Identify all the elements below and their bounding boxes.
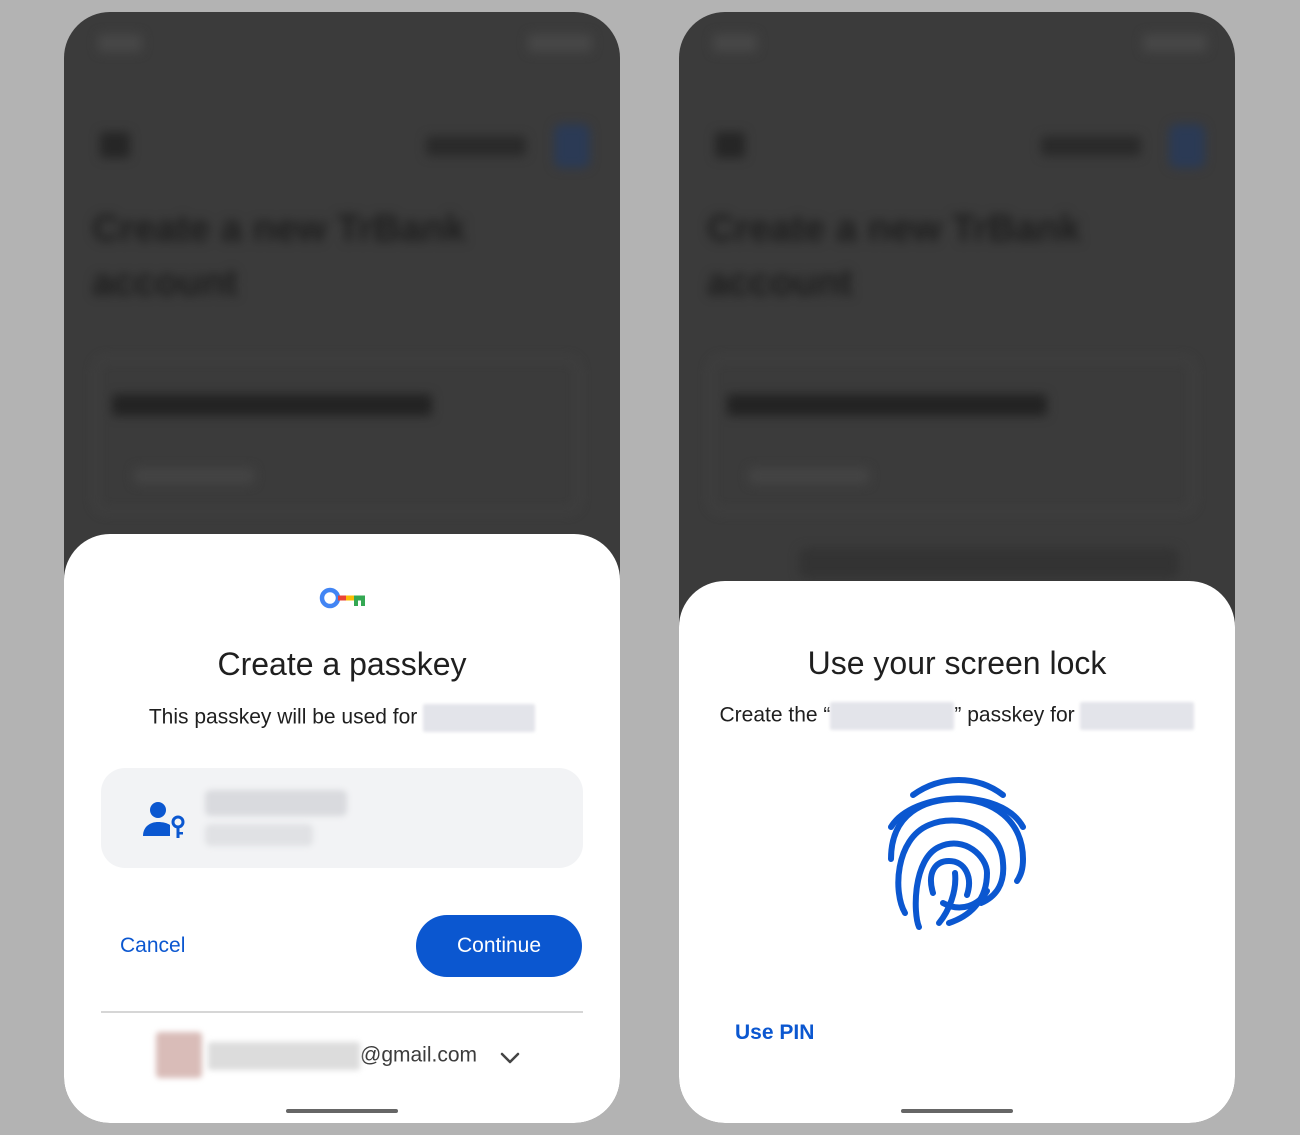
background-card-title [112, 394, 432, 416]
chevron-down-icon[interactable] [500, 1051, 520, 1065]
home-indicator[interactable] [901, 1109, 1013, 1113]
divider [101, 1011, 583, 1013]
sheet-subtitle: Create the “ ” passkey for [679, 702, 1235, 730]
redacted-passkey-name [830, 702, 955, 730]
language-selector [1041, 136, 1141, 156]
menu-icon [715, 132, 745, 158]
email-domain: @gmail.com [360, 1043, 478, 1067]
create-passkey-sheet: Create a passkey This passkey will be us… [64, 534, 620, 1123]
phone-screen-left: Create a new TrBank account Create a pas… [64, 12, 620, 1123]
phone-screen-right: Create a new TrBank account Use your scr… [679, 12, 1235, 1123]
avatar [1169, 124, 1205, 168]
redacted-domain [423, 704, 536, 732]
redacted-domain [1080, 702, 1195, 730]
avatar [554, 124, 590, 168]
background-heading: Create a new TrBank account [92, 208, 466, 304]
background-card-title [727, 394, 1047, 416]
home-indicator[interactable] [286, 1109, 398, 1113]
background-card-subtitle [749, 468, 869, 484]
status-bar-icons [1143, 34, 1207, 52]
cancel-button[interactable]: Cancel [120, 934, 185, 958]
subtitle-prefix: Create the “ [719, 703, 831, 727]
status-bar-time [713, 34, 757, 52]
background-button [799, 548, 1179, 578]
person-key-icon [143, 802, 185, 838]
account-email[interactable]: @gmail.com [208, 1042, 477, 1070]
subtitle-middle: ” passkey for [954, 703, 1075, 727]
background-heading: Create a new TrBank account [707, 208, 1081, 304]
redacted-email-name [208, 1042, 360, 1070]
fingerprint-icon[interactable] [883, 773, 1031, 939]
screen-lock-sheet: Use your screen lock Create the “ ” passk… [679, 581, 1235, 1123]
redacted-account-detail [205, 824, 313, 846]
sheet-subtitle: This passkey will be used for [64, 704, 620, 732]
subtitle-text: This passkey will be used for [148, 705, 418, 729]
redacted-username [205, 790, 347, 816]
continue-button[interactable]: Continue [416, 915, 582, 977]
status-bar-time [98, 34, 142, 52]
status-bar-icons [528, 34, 592, 52]
background-card [709, 357, 1195, 513]
language-selector [426, 136, 526, 156]
use-pin-button[interactable]: Use PIN [735, 1021, 814, 1045]
sheet-title: Use your screen lock [807, 645, 1107, 681]
passkey-account-card[interactable] [101, 768, 583, 868]
sheet-title: Create a passkey [217, 646, 467, 682]
menu-icon [100, 132, 130, 158]
background-card [94, 357, 580, 513]
background-card-subtitle [134, 468, 254, 484]
passkey-key-icon [319, 587, 365, 609]
google-account-avatar[interactable] [156, 1032, 202, 1078]
